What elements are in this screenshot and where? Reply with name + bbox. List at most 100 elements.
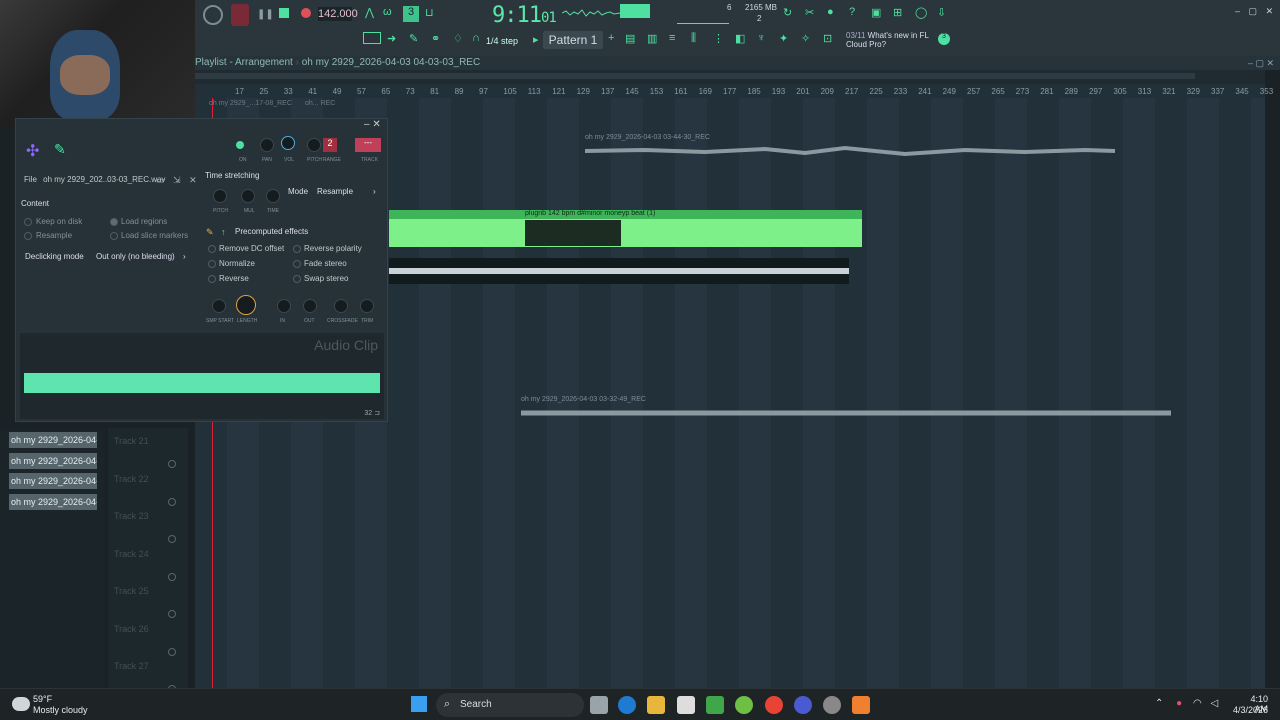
smp-start-knob[interactable] [212, 299, 226, 313]
chrome-icon[interactable] [765, 696, 783, 714]
settings-icon[interactable] [823, 696, 841, 714]
resample-radio[interactable] [24, 232, 32, 240]
stop-button[interactable] [279, 8, 289, 18]
track-mute-button[interactable] [168, 572, 176, 581]
wave-icon[interactable]: ✣ [26, 141, 39, 161]
file-name[interactable]: oh my 2929_202..03-03_REC.wav [43, 175, 165, 184]
plug-icon[interactable]: ♆ [757, 32, 765, 44]
file-explorer-icon[interactable] [647, 696, 665, 714]
faders-icon[interactable]: ⫼ [691, 32, 696, 45]
help-icon[interactable]: ? [849, 6, 855, 18]
ts-pitch-knob[interactable] [213, 189, 227, 203]
taskbar-date[interactable]: 4/3/2026 [1232, 705, 1268, 715]
audio-clip-bottom[interactable]: oh my 2929_2026-04-03 03-32-49_REC [521, 396, 1171, 426]
wifi-icon[interactable]: ◠ [1193, 698, 1202, 709]
beat-clip[interactable]: plugnb 142 bpm d#minor moneyp beat (1) [389, 210, 862, 247]
crossfade-knob[interactable] [334, 299, 348, 313]
pattern-selector[interactable]: Pattern 1 [543, 31, 603, 49]
mic-icon[interactable]: ● [827, 6, 834, 18]
playlist-window-controls[interactable]: – ▢ ✕ [1248, 56, 1274, 70]
piano-roll-icon[interactable] [363, 32, 381, 44]
clip-window-controls[interactable]: – ✕ [364, 119, 381, 130]
save-icon[interactable]: ▣ [871, 6, 881, 19]
minecraft-icon[interactable] [706, 696, 724, 714]
track-mute-button[interactable] [168, 647, 176, 656]
track-label[interactable]: Track 24 [114, 549, 149, 559]
weather-desc[interactable]: Mostly cloudy [33, 705, 88, 715]
app-icon[interactable] [794, 696, 812, 714]
playlist-icon[interactable]: ▤ [625, 32, 635, 45]
edison-icon[interactable]: ✦ [779, 32, 788, 45]
link-icon[interactable]: ⚭ [431, 32, 440, 45]
close-file-icon[interactable]: ✕ [189, 175, 197, 185]
task-view-icon[interactable] [590, 696, 608, 714]
length-knob[interactable] [236, 295, 256, 315]
marketplace-icon[interactable]: ✧ [801, 32, 810, 45]
track-mute-button[interactable] [168, 460, 176, 468]
tempo-display[interactable]: 142.000 [318, 7, 358, 21]
pencil-icon[interactable]: ✎ [409, 32, 418, 45]
pan-knob[interactable] [260, 138, 274, 152]
load-regions-radio[interactable] [110, 218, 118, 226]
trim-knob[interactable] [360, 299, 374, 313]
track-mute-button[interactable] [168, 610, 176, 618]
song-mode-toggle[interactable] [231, 4, 249, 26]
track-label[interactable]: Track 21 [114, 436, 149, 446]
file-row[interactable]: File oh my 2929_202..03-03_REC.wav [24, 175, 165, 184]
track-selector[interactable]: --- [355, 138, 381, 152]
undo-icon[interactable]: ↻ [783, 6, 792, 19]
fl-studio-icon[interactable] [852, 696, 870, 714]
store-icon[interactable] [677, 696, 695, 714]
blend-icon[interactable]: ⊔ [425, 6, 434, 19]
cut-icon[interactable]: ✂ [805, 6, 814, 19]
browser-icon[interactable]: ◧ [735, 32, 745, 45]
tree-icon[interactable]: ⋮ [713, 32, 724, 45]
track-label[interactable]: Track 25 [114, 586, 149, 596]
audio-clip-middle[interactable] [389, 258, 849, 284]
chat-icon[interactable]: ◯ [915, 6, 927, 19]
mixer-icon[interactable]: ⊞ [893, 6, 902, 19]
weather-temp[interactable]: 59°F [33, 694, 52, 704]
out-knob[interactable] [303, 299, 317, 313]
audio-clip-top[interactable]: oh my 2929_2026-04-03 03-44-30_REC [585, 134, 1125, 164]
channel-rack-icon[interactable]: ▥ [647, 32, 657, 45]
countdown-icon[interactable]: 3 [403, 6, 419, 22]
time-scroll-bar[interactable] [195, 70, 1265, 84]
timeline-ruler[interactable]: 17 25 33 41 49 57 65 73 81 89 97 105 113 121 129 137 145… [195, 84, 1273, 98]
keep-on-disk-radio[interactable] [24, 218, 32, 226]
swap-stereo-radio[interactable] [293, 275, 301, 283]
on-led[interactable] [236, 141, 244, 149]
range-value[interactable]: 2 [323, 138, 337, 152]
snap-selector[interactable]: 1/4 step [486, 36, 518, 46]
record-button[interactable] [301, 8, 311, 18]
track-label[interactable]: Track 27 [114, 661, 149, 671]
magnet-icon[interactable]: ∩ [472, 32, 480, 44]
cart-icon[interactable]: ⊡ [823, 32, 832, 45]
playlist-file[interactable]: oh my 2929_2026-04-03 04-03-03_REC [302, 57, 480, 68]
pitch-knob[interactable] [307, 138, 321, 152]
arrow-icon[interactable]: ➜ [387, 32, 396, 45]
chevron-up-icon[interactable]: ⌃ [1155, 698, 1163, 709]
close-icon[interactable]: ✕ [1266, 6, 1274, 16]
normalize-radio[interactable] [208, 260, 216, 268]
pause-button[interactable]: ❚❚ [257, 9, 274, 20]
minimize-icon[interactable]: – [1235, 6, 1240, 16]
download-icon[interactable]: ⇩ [937, 6, 946, 19]
vol-knob[interactable] [281, 136, 295, 150]
track-mute-button[interactable] [168, 535, 176, 543]
declicking-select[interactable]: Out only (no bleeding) › [96, 252, 186, 261]
mini-clip-2[interactable]: oh... REC [305, 100, 335, 107]
reverse-radio[interactable] [208, 275, 216, 283]
metronome-icon[interactable]: ⋀ [365, 6, 374, 19]
mixer-window-icon[interactable]: ≡ [669, 32, 675, 44]
in-knob[interactable] [277, 299, 291, 313]
ts-mul-knob[interactable] [241, 189, 255, 203]
play-pattern-icon[interactable]: ▸ [533, 33, 539, 46]
track-label[interactable]: Track 22 [114, 474, 149, 484]
waveform-preview[interactable]: Audio Clip 32 ⊐ [20, 333, 384, 419]
reverse-polarity-radio[interactable] [293, 245, 301, 253]
remove-dc-radio[interactable] [208, 245, 216, 253]
external-icon[interactable]: ⇲ [173, 175, 181, 185]
mini-clip-1[interactable]: oh my 2929_...17-08_REC [209, 100, 292, 107]
browser-item[interactable]: oh my 2929_2026-04-03... [9, 473, 97, 489]
